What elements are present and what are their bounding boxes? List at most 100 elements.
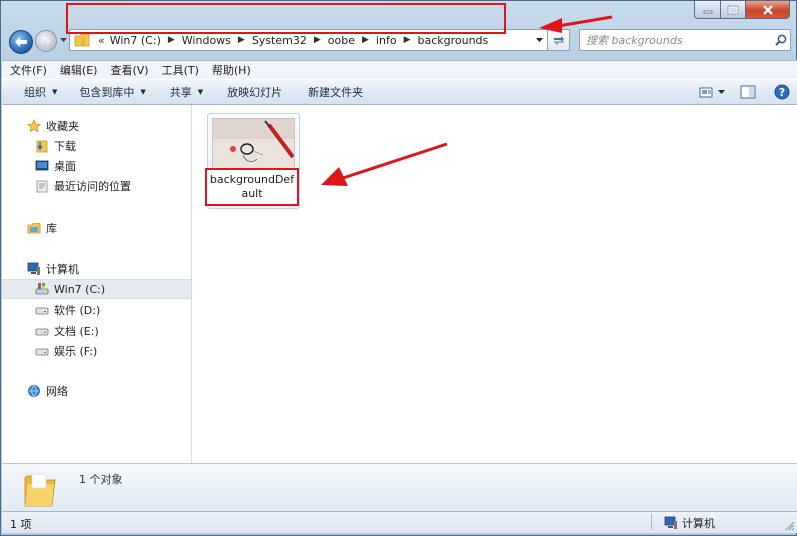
search-icon[interactable]: [772, 31, 790, 49]
drive-icon: [34, 343, 50, 359]
slideshow-label: 放映幻灯片: [227, 86, 283, 99]
status-location: 计算机: [663, 515, 715, 531]
menu-bar: 文件(F) 编辑(E) 查看(V) 工具(T) 帮助(H): [2, 60, 797, 79]
computer-icon: [663, 515, 679, 531]
chevron-down-icon: [535, 37, 543, 42]
breadcrumb-separator-icon[interactable]: ▶: [238, 35, 245, 45]
library-icon: [26, 220, 42, 236]
minimize-icon: [703, 10, 712, 13]
breadcrumb-item-oobe[interactable]: oobe: [328, 34, 355, 47]
breadcrumb-item-system32[interactable]: System32: [252, 34, 307, 47]
breadcrumb-overflow[interactable]: «: [98, 34, 105, 47]
organize-label: 组织: [24, 86, 46, 99]
recent-pages-button[interactable]: [58, 35, 68, 45]
nav-item-downloads[interactable]: 下载: [2, 136, 223, 156]
nav-item-drive-d[interactable]: 软件 (D:): [2, 300, 223, 320]
include-in-library-label: 包含到库中: [79, 86, 135, 99]
search-box[interactable]: [579, 29, 791, 51]
minimize-button[interactable]: [694, 1, 721, 19]
system-drive-icon: [34, 281, 50, 297]
share-label: 共享: [169, 86, 192, 99]
navigation-bar: « Win7 (C:) ▶ Windows ▶ System32 ▶ oobe …: [1, 23, 797, 61]
nav-drive-e-label: 文档 (E:): [54, 325, 99, 338]
image-thumbnail: [212, 118, 295, 170]
preview-pane-button[interactable]: [739, 83, 757, 101]
drive-icon: [34, 323, 50, 339]
address-bar[interactable]: « Win7 (C:) ▶ Windows ▶ System32 ▶ oobe …: [69, 29, 548, 51]
refresh-icon: [553, 36, 564, 46]
chevron-down-icon: ▼: [140, 88, 146, 96]
star-icon: [26, 118, 42, 134]
network-icon: [26, 383, 42, 399]
folder-icon: [24, 473, 56, 507]
navigation-pane: 收藏夹 下载 桌面 最近访问的位置 库 计算机 Win7 (C:) 软件 (D:…: [2, 105, 192, 463]
resize-grip-icon[interactable]: [785, 521, 795, 531]
refresh-button[interactable]: [548, 29, 570, 51]
nav-favorites-label: 收藏夹: [46, 120, 79, 133]
preview-pane-icon: [740, 85, 756, 99]
chevron-down-icon: [717, 89, 725, 94]
details-pane: 1 个对象: [2, 463, 797, 511]
forward-arrow-icon: [41, 37, 51, 45]
breadcrumb-item-info[interactable]: info: [376, 34, 397, 47]
breadcrumb-separator-icon[interactable]: ▶: [404, 35, 411, 45]
nav-libraries[interactable]: 库: [2, 218, 215, 238]
computer-icon: [26, 261, 42, 277]
nav-computer[interactable]: 计算机: [2, 259, 215, 279]
back-arrow-icon: [15, 37, 27, 47]
breadcrumb-item-windows[interactable]: Windows: [182, 34, 231, 47]
toolbar-right: ?: [697, 83, 791, 101]
recent-places-icon: [34, 178, 50, 194]
status-item-count: 1 项: [10, 518, 32, 531]
window-controls: [694, 1, 790, 19]
change-view-button[interactable]: [697, 83, 715, 101]
chevron-down-icon: ▼: [52, 88, 58, 96]
breadcrumb-separator-icon[interactable]: ▶: [314, 35, 321, 45]
nav-favorites[interactable]: 收藏夹: [2, 116, 215, 136]
drive-icon: [34, 302, 50, 318]
address-history-button[interactable]: [531, 30, 547, 50]
nav-drive-d-label: 软件 (D:): [54, 304, 101, 317]
nav-item-recent[interactable]: 最近访问的位置: [2, 176, 223, 196]
slideshow-button[interactable]: 放映幻灯片: [227, 84, 282, 100]
menu-tools[interactable]: 工具(T): [162, 62, 199, 78]
forward-button[interactable]: [35, 30, 57, 52]
details-count: 1 个对象: [79, 473, 123, 486]
breadcrumb-separator-icon[interactable]: ▶: [168, 35, 175, 45]
help-icon: ?: [774, 84, 790, 100]
nav-network[interactable]: 网络: [2, 381, 215, 401]
view-options-button[interactable]: [715, 83, 727, 101]
organize-button[interactable]: 组织 ▼: [24, 84, 57, 100]
menu-view[interactable]: 查看(V): [110, 62, 148, 78]
share-button[interactable]: 共享 ▼: [170, 84, 203, 100]
breadcrumb-separator-icon[interactable]: ▶: [362, 35, 369, 45]
desktop-icon: [34, 158, 50, 174]
nav-item-drive-e[interactable]: 文档 (E:): [2, 321, 223, 341]
breadcrumb-item-drive[interactable]: Win7 (C:): [110, 34, 161, 47]
nav-item-drive-c[interactable]: Win7 (C:): [2, 279, 191, 299]
search-input[interactable]: [580, 31, 772, 49]
breadcrumb-item-backgrounds[interactable]: backgrounds: [417, 34, 488, 47]
close-button[interactable]: [746, 1, 790, 19]
svg-text:?: ?: [779, 86, 785, 99]
nav-drive-f-label: 娱乐 (F:): [54, 345, 98, 358]
downloads-folder-icon: [34, 138, 50, 154]
file-list[interactable]: backgroundDefault: [192, 105, 797, 463]
chevron-down-icon: [59, 37, 67, 42]
include-in-library-button[interactable]: 包含到库中 ▼: [79, 84, 145, 100]
help-button[interactable]: ?: [773, 83, 791, 101]
view-icon: [699, 87, 713, 98]
file-name-label[interactable]: backgroundDefault: [205, 168, 299, 206]
status-divider: [651, 514, 652, 530]
maximize-button[interactable]: [721, 1, 746, 19]
nav-item-drive-f[interactable]: 娱乐 (F:): [2, 341, 223, 361]
menu-file[interactable]: 文件(F): [10, 62, 47, 78]
new-folder-button[interactable]: 新建文件夹: [308, 84, 363, 100]
nav-downloads-label: 下载: [54, 140, 76, 153]
menu-edit[interactable]: 编辑(E): [60, 62, 98, 78]
menu-help[interactable]: 帮助(H): [212, 62, 251, 78]
back-button[interactable]: [9, 30, 33, 54]
nav-drive-c-label: Win7 (C:): [54, 282, 106, 296]
maximize-icon: [727, 5, 739, 14]
nav-item-desktop[interactable]: 桌面: [2, 156, 223, 176]
